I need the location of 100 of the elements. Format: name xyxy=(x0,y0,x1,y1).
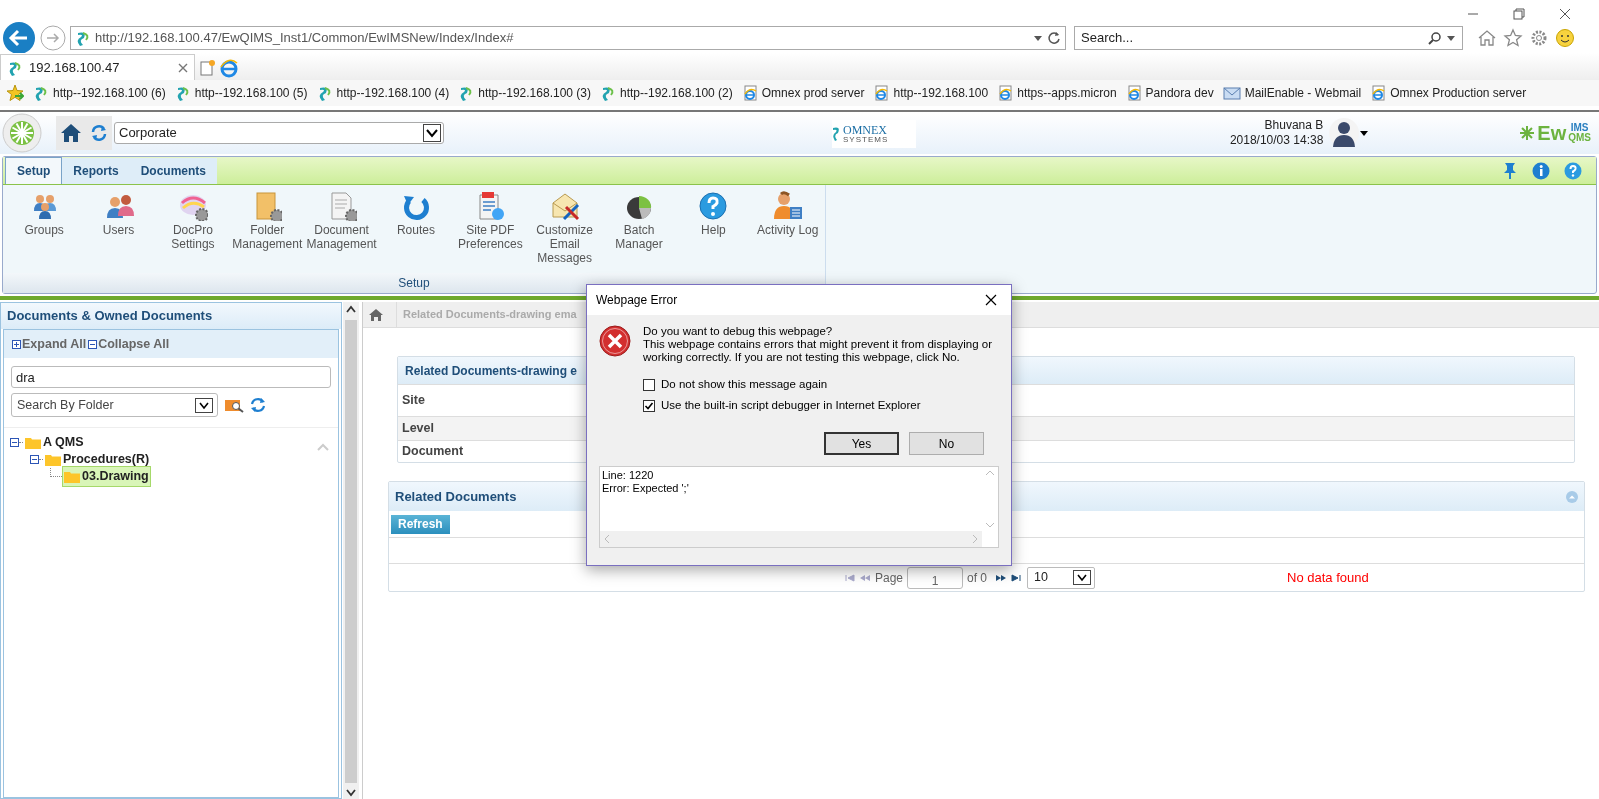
ribbon-button[interactable]: Users xyxy=(81,191,156,237)
page-input[interactable]: 1 xyxy=(907,566,964,589)
star-icon[interactable] xyxy=(1503,28,1523,48)
browser-page-icon xyxy=(1370,85,1387,101)
envelope-tools-icon xyxy=(549,191,580,221)
browser-page-icon xyxy=(1125,85,1142,101)
scrollbar[interactable] xyxy=(343,302,359,799)
dialog-button[interactable]: Yes xyxy=(824,432,899,455)
folder-search-icon[interactable] xyxy=(224,397,244,413)
dropdown-icon[interactable] xyxy=(1073,570,1092,585)
help-icon[interactable] xyxy=(1564,161,1582,180)
folder-icon xyxy=(64,470,80,483)
next-page-icon[interactable] xyxy=(995,573,1008,582)
envelope-icon xyxy=(1222,86,1241,100)
info-icon[interactable] xyxy=(1532,161,1550,180)
url-text: http://192.168.100.47/EwQIMS_Inst1/Common/EwIMSNew/Index/Index# xyxy=(95,29,515,48)
restore-icon[interactable] xyxy=(1513,8,1525,20)
browser-logo-icon[interactable] xyxy=(219,58,239,78)
empty-message: No data found xyxy=(1287,568,1369,587)
ribbon-button[interactable]: DocPro Settings xyxy=(155,191,231,251)
favorite-link[interactable]: http--192.168.100 (3) xyxy=(458,84,591,102)
panel-title: Related Documents-drawing e xyxy=(405,362,578,380)
person-list-icon xyxy=(772,191,803,221)
ribbon-button[interactable]: Help xyxy=(676,191,751,237)
site-select[interactable]: Corporate xyxy=(114,122,444,144)
search-mode-select[interactable]: Search By Folder xyxy=(11,393,218,417)
avatar-icon[interactable] xyxy=(1329,117,1360,149)
collapse-icon[interactable] xyxy=(88,339,98,349)
scroll-up-icon xyxy=(985,470,995,476)
group-label: Setup xyxy=(398,275,430,292)
tab-title: 192.168.100.47 xyxy=(29,58,121,77)
refresh-icon[interactable] xyxy=(90,124,108,142)
checkbox-option[interactable]: Use the built-in script debugger in Internet Explorer xyxy=(643,399,993,412)
forward-icon[interactable] xyxy=(40,25,66,51)
user-name: Bhuvana B xyxy=(1264,118,1324,133)
ribbon-tab[interactable]: Documents xyxy=(129,158,218,184)
dropdown-icon[interactable] xyxy=(1446,34,1456,42)
favorite-link[interactable]: http--192.168.100 (5) xyxy=(174,84,308,102)
expand-all-link[interactable]: Expand All xyxy=(12,334,87,354)
dialog-button[interactable]: No xyxy=(909,432,984,455)
error-details-box[interactable]: Line: 1220 Error: Expected ';' xyxy=(599,466,999,548)
caret-icon[interactable] xyxy=(1359,129,1370,137)
home-icon[interactable] xyxy=(1477,28,1497,48)
settings-icon[interactable] xyxy=(1529,28,1549,48)
pin-icon[interactable] xyxy=(1502,161,1518,180)
previous-page-icon[interactable] xyxy=(859,573,871,582)
scroll-right-icon xyxy=(972,534,978,544)
close-icon[interactable] xyxy=(985,294,997,306)
favorite-link[interactable]: http--192.168.100 (6) xyxy=(33,84,166,102)
search-icon[interactable] xyxy=(1428,31,1442,45)
close-icon[interactable] xyxy=(1559,8,1571,20)
field-label: Level xyxy=(402,420,434,438)
favorite-link[interactable]: http--192.168.100 (2) xyxy=(600,84,733,102)
breadcrumb-text: Related Documents-drawing ema xyxy=(403,307,577,323)
dropdown-icon[interactable] xyxy=(423,124,441,142)
last-page-icon[interactable] xyxy=(1011,573,1022,582)
ribbon-button[interactable]: Routes xyxy=(378,191,454,237)
search-field[interactable]: dra xyxy=(11,366,331,388)
ribbon-button[interactable]: Batch Manager xyxy=(601,191,677,251)
ribbon-tab[interactable]: Reports xyxy=(62,158,130,184)
favorite-link[interactable]: Omnex prod server xyxy=(741,84,865,102)
smiley-icon[interactable] xyxy=(1555,28,1575,48)
refresh-icon[interactable] xyxy=(250,397,266,413)
ribbon-button[interactable]: Groups xyxy=(7,191,82,237)
collapse-icon[interactable] xyxy=(10,438,19,447)
dialog-question: Do you want to debug this webpage? xyxy=(643,325,834,338)
collapse-icon[interactable] xyxy=(30,455,39,464)
first-page-icon[interactable] xyxy=(845,573,855,582)
page-size-select[interactable]: 10 xyxy=(1027,566,1096,589)
panel-title: Documents & Owned Documents xyxy=(7,307,213,326)
favorite-link[interactable]: Pandora dev xyxy=(1125,84,1214,102)
tree-item[interactable]: 03.Drawing xyxy=(62,466,151,487)
ribbon-tab[interactable]: Setup xyxy=(5,157,63,184)
ribbon-button[interactable]: Document Management xyxy=(304,191,379,251)
collapse-all-link[interactable]: Collapse All xyxy=(88,334,170,354)
favorite-link[interactable]: http--192.168.100 xyxy=(873,84,989,102)
dropdown-icon[interactable] xyxy=(195,397,213,413)
favorites-star-icon[interactable] xyxy=(6,84,24,102)
address-bar[interactable]: http://192.168.100.47/EwQIMS_Inst1/Common/EwIMSNew/Index/Index# xyxy=(70,26,1066,50)
favorite-link[interactable]: http--192.168.100 (4) xyxy=(316,84,450,102)
home-icon[interactable] xyxy=(60,122,82,144)
favorite-link[interactable]: MailEnable - Webmail xyxy=(1222,84,1362,102)
field-label: Site xyxy=(402,392,425,410)
scroll-left-icon xyxy=(604,534,610,544)
checkbox-option[interactable]: Do not show this message again xyxy=(643,378,993,391)
ribbon-button[interactable]: Site PDF Preferences xyxy=(453,191,528,251)
favorite-link[interactable]: https--apps.micron xyxy=(997,84,1117,102)
ribbon-button[interactable]: Folder Management xyxy=(230,191,305,251)
ribbon-button[interactable]: Customize Email Messages xyxy=(527,191,602,265)
back-icon[interactable] xyxy=(2,21,36,55)
browser-tab[interactable]: 192.168.100.47 xyxy=(0,54,195,80)
search-field[interactable]: Search... xyxy=(1074,26,1463,50)
refresh-icon[interactable] xyxy=(1047,31,1061,45)
page-count: of 0 xyxy=(967,569,988,587)
dropdown-icon[interactable] xyxy=(1033,34,1043,42)
home-icon[interactable] xyxy=(369,308,383,321)
favorite-link[interactable]: Omnex Production server xyxy=(1370,84,1527,102)
browser-page-icon xyxy=(997,85,1014,101)
ribbon-button[interactable]: Activity Log xyxy=(750,191,825,237)
expand-icon[interactable] xyxy=(12,339,21,349)
